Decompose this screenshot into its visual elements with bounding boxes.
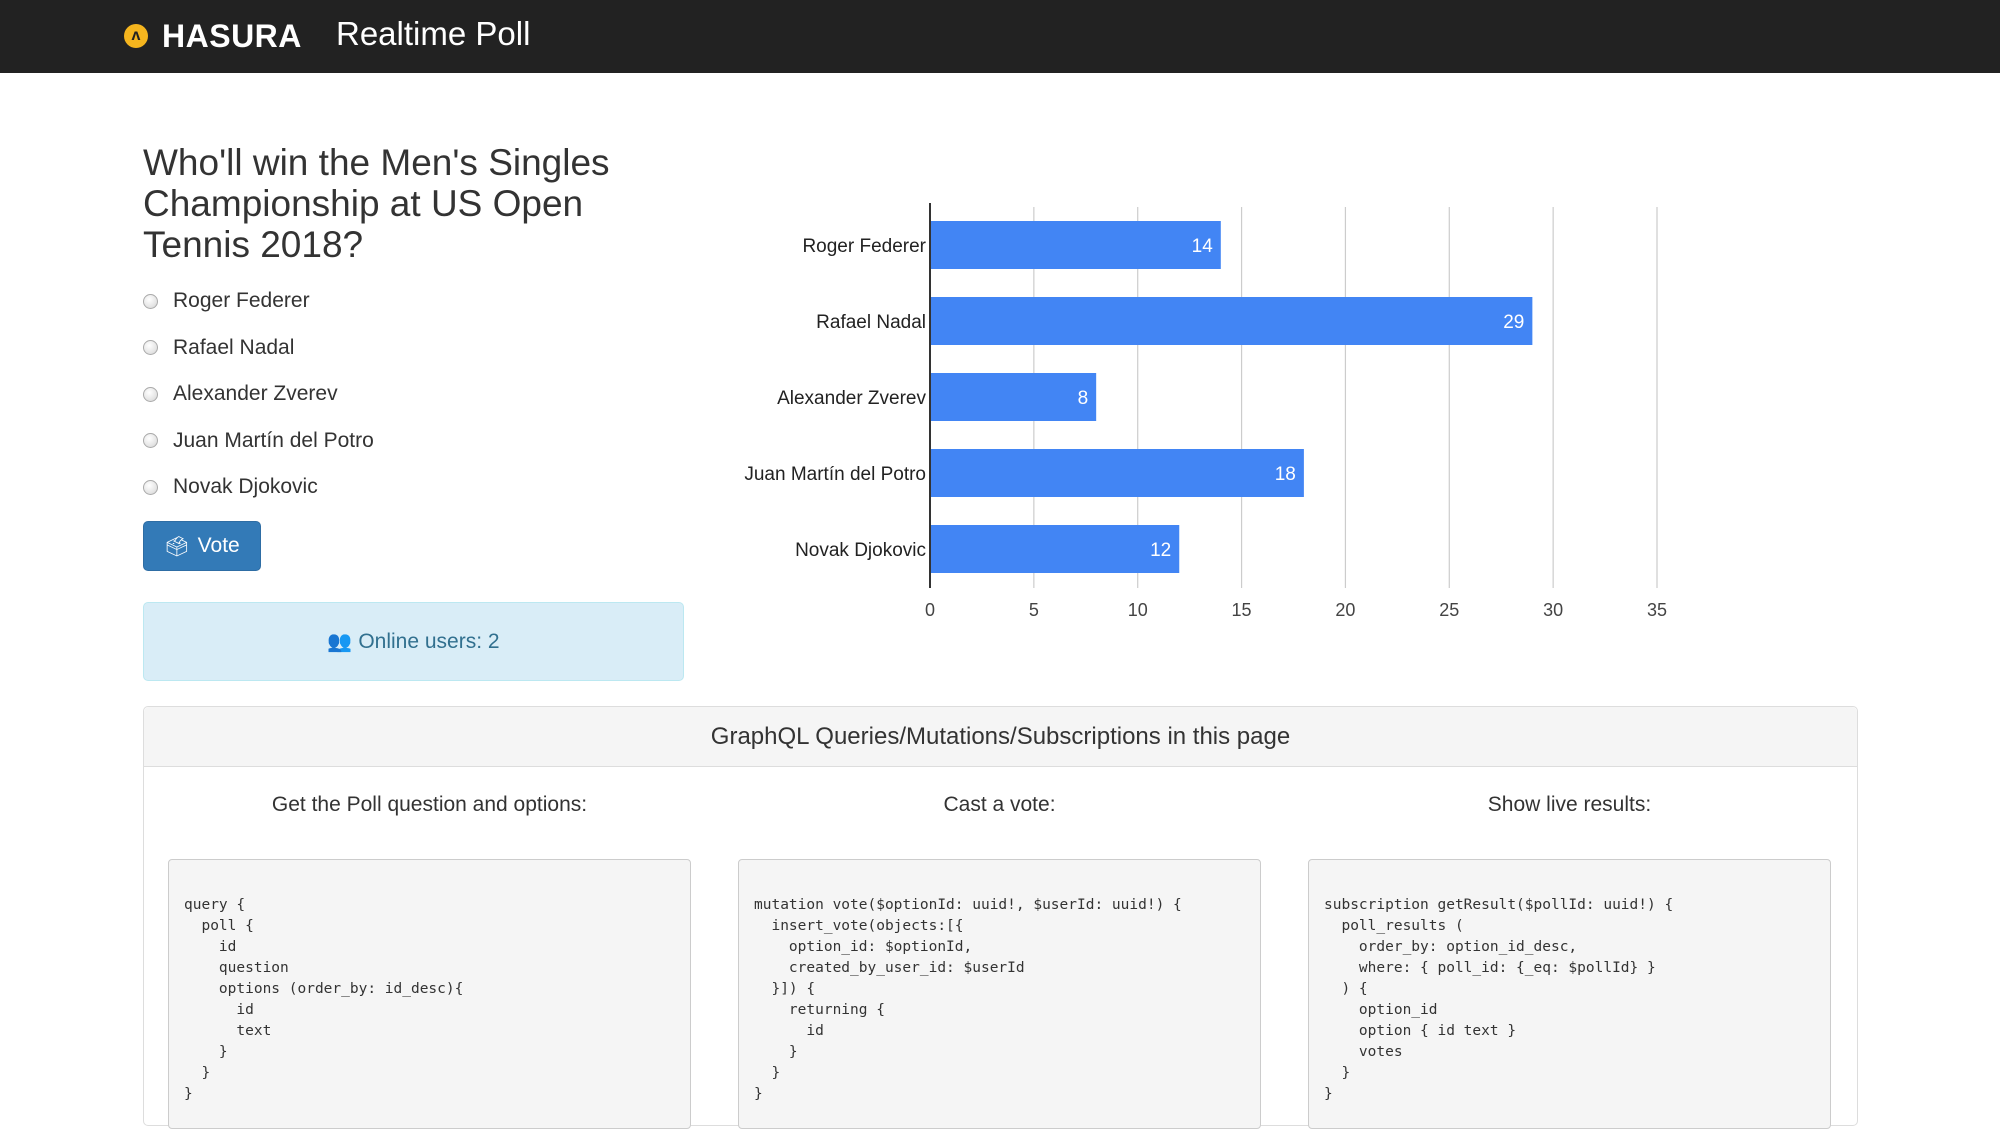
poll-question: Who'll win the Men's Singles Championshi… bbox=[143, 142, 610, 265]
y-category-label: Rafael Nadal bbox=[816, 312, 926, 333]
poll-option-label: Rafael Nadal bbox=[173, 335, 295, 359]
poll-results-chart: 0 5 10 15 20 25 30 35 14 Roger Federer 29 Rafael Na… bbox=[744, 203, 1667, 620]
poll-option-label: Roger Federer bbox=[173, 289, 310, 313]
bar-value-label: 12 bbox=[1150, 540, 1171, 561]
app-title[interactable]: Realtime Poll bbox=[336, 14, 530, 54]
poll-option-label: Alexander Zverev bbox=[173, 382, 338, 406]
hasura-logo-text: HASURA bbox=[162, 17, 302, 54]
y-category-label: Roger Federer bbox=[802, 236, 926, 257]
y-category-label: Alexander Zverev bbox=[777, 388, 926, 409]
x-tick-label: 10 bbox=[1128, 600, 1148, 620]
panel-heading: GraphQL Queries/Mutations/Subscriptions … bbox=[144, 707, 1857, 767]
y-category-label: Juan Martín del Potro bbox=[744, 464, 926, 485]
bar bbox=[930, 525, 1180, 573]
poll-option[interactable]: Novak Djokovic bbox=[143, 464, 374, 511]
graphql-panel: GraphQL Queries/Mutations/Subscriptions … bbox=[143, 706, 1858, 1129]
x-tick-label: 35 bbox=[1647, 600, 1667, 620]
radio-button[interactable] bbox=[143, 293, 158, 309]
bar bbox=[930, 221, 1221, 269]
y-category-label: Novak Djokovic bbox=[795, 540, 926, 561]
ballot-box-icon: 🗳 bbox=[164, 535, 190, 558]
users-icon: 👥 bbox=[327, 631, 353, 653]
poll-option[interactable]: Alexander Zverev bbox=[143, 371, 374, 418]
online-users-alert: 👥 Online users: 2 bbox=[143, 602, 684, 681]
x-tick-label: 30 bbox=[1543, 600, 1563, 620]
radio-button[interactable] bbox=[143, 479, 158, 495]
vote-button[interactable]: 🗳 Vote bbox=[143, 521, 261, 571]
radio-button[interactable] bbox=[143, 340, 158, 356]
poll-option[interactable]: Juan Martín del Potro bbox=[143, 418, 374, 465]
x-tick-label: 5 bbox=[1029, 600, 1039, 620]
poll-option[interactable]: Roger Federer bbox=[143, 278, 374, 325]
online-users-text: Online users: 2 bbox=[358, 629, 500, 653]
bar bbox=[930, 297, 1533, 345]
bar bbox=[930, 449, 1304, 497]
query-title: Get the Poll question and options: bbox=[271, 793, 588, 816]
vote-button-label: Vote bbox=[197, 534, 240, 557]
mutation-code-block: mutation vote($optionId: uuid!, $userId:… bbox=[738, 859, 1261, 1129]
hasura-logo[interactable]: ʌ HASURA bbox=[124, 18, 302, 54]
poll-option-label: Novak Djokovic bbox=[173, 475, 318, 499]
bar-value-label: 29 bbox=[1503, 312, 1524, 333]
navbar: ʌ HASURA Realtime Poll bbox=[0, 0, 2000, 73]
hasura-logo-icon: ʌ bbox=[124, 24, 148, 48]
bar bbox=[930, 373, 1097, 421]
poll-option[interactable]: Rafael Nadal bbox=[143, 325, 374, 372]
mutation-title: Cast a vote: bbox=[943, 793, 1056, 816]
radio-button[interactable] bbox=[143, 386, 158, 402]
poll-options-list: Roger Federer Rafael Nadal Alexander Zve… bbox=[143, 278, 374, 511]
bar-value-label: 18 bbox=[1275, 464, 1296, 485]
radio-button[interactable] bbox=[143, 433, 158, 449]
subscription-title: Show live results: bbox=[1487, 793, 1652, 816]
query-code-block: query { poll { id question options (orde… bbox=[168, 859, 691, 1129]
bar-value-label: 14 bbox=[1192, 236, 1214, 257]
x-tick-label: 0 bbox=[925, 600, 935, 620]
bar-value-label: 8 bbox=[1078, 388, 1089, 409]
x-tick-label: 25 bbox=[1439, 600, 1459, 620]
subscription-code-block: subscription getResult($pollId: uuid!) {… bbox=[1308, 859, 1831, 1129]
poll-option-label: Juan Martín del Potro bbox=[173, 428, 374, 452]
x-tick-label: 20 bbox=[1335, 600, 1355, 620]
x-tick-label: 15 bbox=[1232, 600, 1252, 620]
